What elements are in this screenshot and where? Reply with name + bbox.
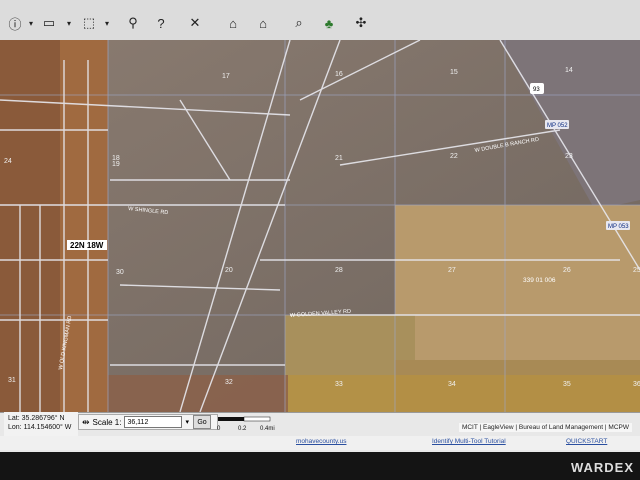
- section-number: 28: [335, 267, 343, 274]
- close-icon[interactable]: ✕: [186, 14, 204, 32]
- pin-icon[interactable]: ⚲: [124, 14, 142, 32]
- section-number: 14: [565, 67, 573, 74]
- map-canvas[interactable]: 17 16 15 14 18 19 21 22 23 24 30 28 27 2…: [0, 40, 640, 412]
- search-icon[interactable]: ⌕: [290, 14, 308, 32]
- section-number: 24: [4, 158, 12, 165]
- scale-icon: ⇹: [82, 416, 90, 427]
- go-button[interactable]: Go: [193, 415, 211, 429]
- tree-icon[interactable]: ♣: [320, 14, 338, 32]
- milepost-label: MP 052: [547, 123, 568, 129]
- section-number: 15: [450, 69, 458, 76]
- milepost-label: MP 053: [608, 224, 629, 230]
- section-number: 30: [116, 269, 124, 276]
- dropdown-icon[interactable]: ▾: [22, 14, 40, 32]
- lat-label: Lat:: [8, 415, 20, 422]
- scale-input[interactable]: [124, 416, 183, 428]
- highway-number: 93: [533, 87, 540, 93]
- section-number: 17: [222, 73, 230, 80]
- section-number: 19: [112, 161, 120, 168]
- section-number: 34: [448, 381, 456, 388]
- section-number: 20: [225, 267, 233, 274]
- scale-bar-graphic: [218, 416, 271, 422]
- scale-bar: 0 0.2 0.4mi: [216, 416, 275, 434]
- section-number: 27: [448, 267, 456, 274]
- dropdown-icon[interactable]: ▾: [60, 14, 78, 32]
- lon-value: 114.154600° W: [23, 424, 72, 431]
- section-number: 16: [335, 71, 343, 78]
- section-number: 36: [633, 381, 640, 388]
- section-number: 32: [225, 379, 233, 386]
- chevron-down-icon[interactable]: ▾: [185, 418, 189, 426]
- dropdown-icon[interactable]: ▾: [98, 14, 116, 32]
- section-number: 22: [450, 153, 458, 160]
- help-icon[interactable]: ?: [152, 14, 170, 32]
- section-number: 21: [335, 155, 343, 162]
- scale-tick: 0.4mi: [260, 426, 275, 432]
- page-footer: mohavecounty.us Identify Multi-Tool Tuto…: [0, 436, 640, 450]
- scale-label: Scale 1:: [92, 417, 122, 427]
- section-number: 31: [8, 377, 16, 384]
- watermark: WARDEX: [570, 460, 634, 475]
- section-number: 33: [335, 381, 343, 388]
- layers-add-icon[interactable]: ⌂: [224, 14, 242, 32]
- footer-link-tutorial[interactable]: Identify Multi-Tool Tutorial: [432, 438, 506, 445]
- footer-link-quickstart[interactable]: QUICKSTART: [566, 438, 607, 445]
- settings-icon[interactable]: ✣: [352, 14, 370, 32]
- section-number: 26: [563, 267, 571, 274]
- screen-bezel: [0, 452, 640, 480]
- section-number: 25: [633, 267, 640, 274]
- lat-value: 35.286796° N: [21, 415, 65, 422]
- township-label: 22N 18W: [70, 241, 104, 250]
- measure-icon[interactable]: ▭: [40, 14, 58, 32]
- map-attribution: MCIT | EagleView | Bureau of Land Manage…: [458, 423, 632, 432]
- select-icon[interactable]: ⬚: [80, 14, 98, 32]
- scale-tick: 0: [217, 426, 221, 432]
- section-number: 35: [563, 381, 571, 388]
- scale-tick: 0.2: [238, 426, 247, 432]
- map-toolbar: ⓘ ▾ ▭ ▾ ⬚ ▾ ⚲ ? ✕ ⌂ ⌂ ⌕ ♣ ✣: [0, 0, 640, 41]
- section-number: 23: [565, 153, 573, 160]
- parcel-map[interactable]: 17 16 15 14 18 19 21 22 23 24 30 28 27 2…: [0, 40, 640, 412]
- layers-remove-icon[interactable]: ⌂: [254, 14, 272, 32]
- lon-label: Lon:: [8, 424, 22, 431]
- footer-link-mohavecounty[interactable]: mohavecounty.us: [296, 438, 346, 445]
- parcel-number: 339 01 006: [523, 277, 556, 284]
